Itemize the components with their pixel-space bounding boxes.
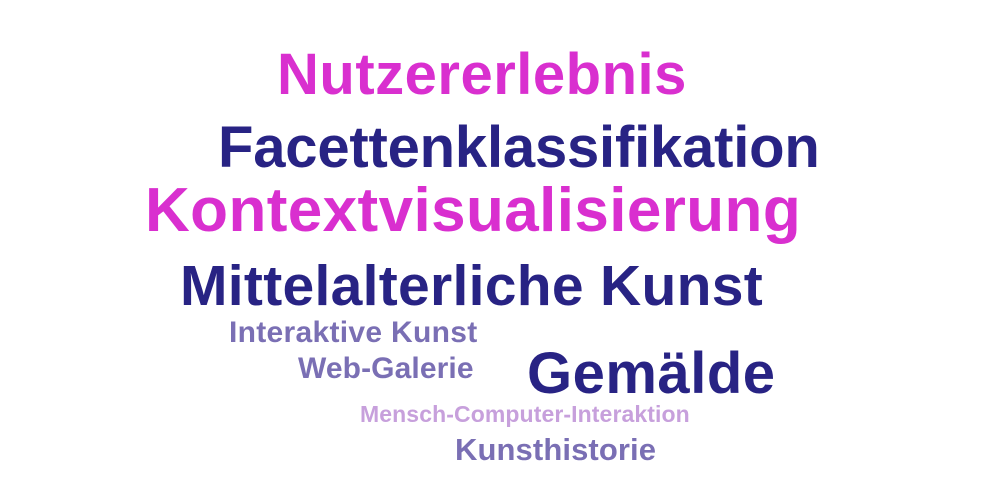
word-kontextvisualisierung: Kontextvisualisierung [145, 176, 802, 245]
word-interaktive-kunst: Interaktive Kunst [229, 316, 478, 349]
word-gemaelde: Gemälde [527, 341, 776, 406]
word-mittelalterliche-kunst: Mittelalterliche Kunst [180, 254, 764, 318]
word-nutzererlebnis: Nutzererlebnis [277, 42, 687, 107]
word-web-galerie: Web-Galerie [298, 352, 474, 385]
word-mensch-computer-interaktion: Mensch-Computer-Interaktion [360, 401, 690, 427]
word-facettenklassifikation: Facettenklassifikation [218, 115, 820, 180]
word-kunsthistorie: Kunsthistorie [455, 432, 657, 467]
word-cloud: Nutzererlebnis Facettenklassifikation Ko… [0, 0, 997, 501]
